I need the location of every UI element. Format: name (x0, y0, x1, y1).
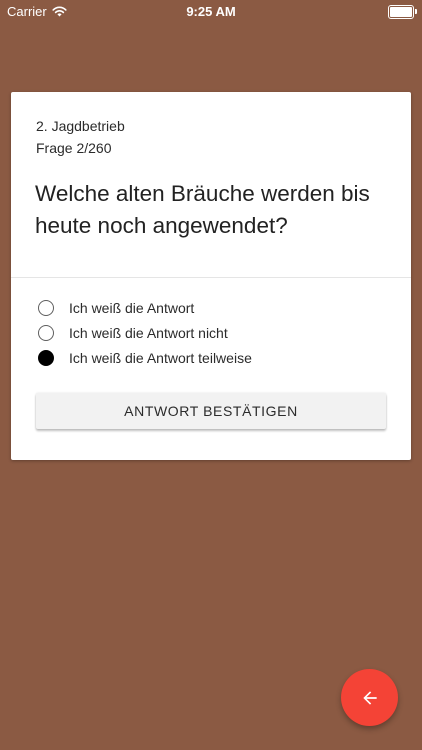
arrow-left-icon (362, 690, 377, 705)
question-card: 2. Jagdbetrieb Frage 2/260 Welche alten … (11, 92, 411, 460)
question-counter: Frage 2/260 (36, 140, 112, 156)
status-time: 9:25 AM (186, 4, 236, 19)
answer-option-does-not-know[interactable]: Ich weiß die Antwort nicht (38, 322, 228, 344)
question-category: 2. Jagdbetrieb (36, 118, 125, 134)
radio-checked-icon[interactable] (38, 350, 54, 366)
answer-option-partially[interactable]: Ich weiß die Antwort teilweise (38, 347, 252, 369)
answer-option-label: Ich weiß die Antwort teilweise (69, 350, 252, 366)
answer-option-label: Ich weiß die Antwort nicht (69, 325, 228, 341)
radio-unchecked-icon[interactable] (38, 325, 54, 341)
divider (11, 277, 411, 278)
answer-option-knows[interactable]: Ich weiß die Antwort (38, 297, 194, 319)
confirm-answer-button[interactable]: ANTWORT BESTÄTIGEN (36, 393, 386, 429)
answer-option-label: Ich weiß die Antwort (69, 300, 195, 316)
radio-unchecked-icon[interactable] (38, 300, 54, 316)
status-bar: Carrier 9:25 AM (0, 0, 422, 22)
question-text: Welche alten Bräuche werden bis heute no… (35, 181, 370, 238)
battery-icon (388, 5, 417, 19)
back-fab-button[interactable] (341, 669, 398, 726)
